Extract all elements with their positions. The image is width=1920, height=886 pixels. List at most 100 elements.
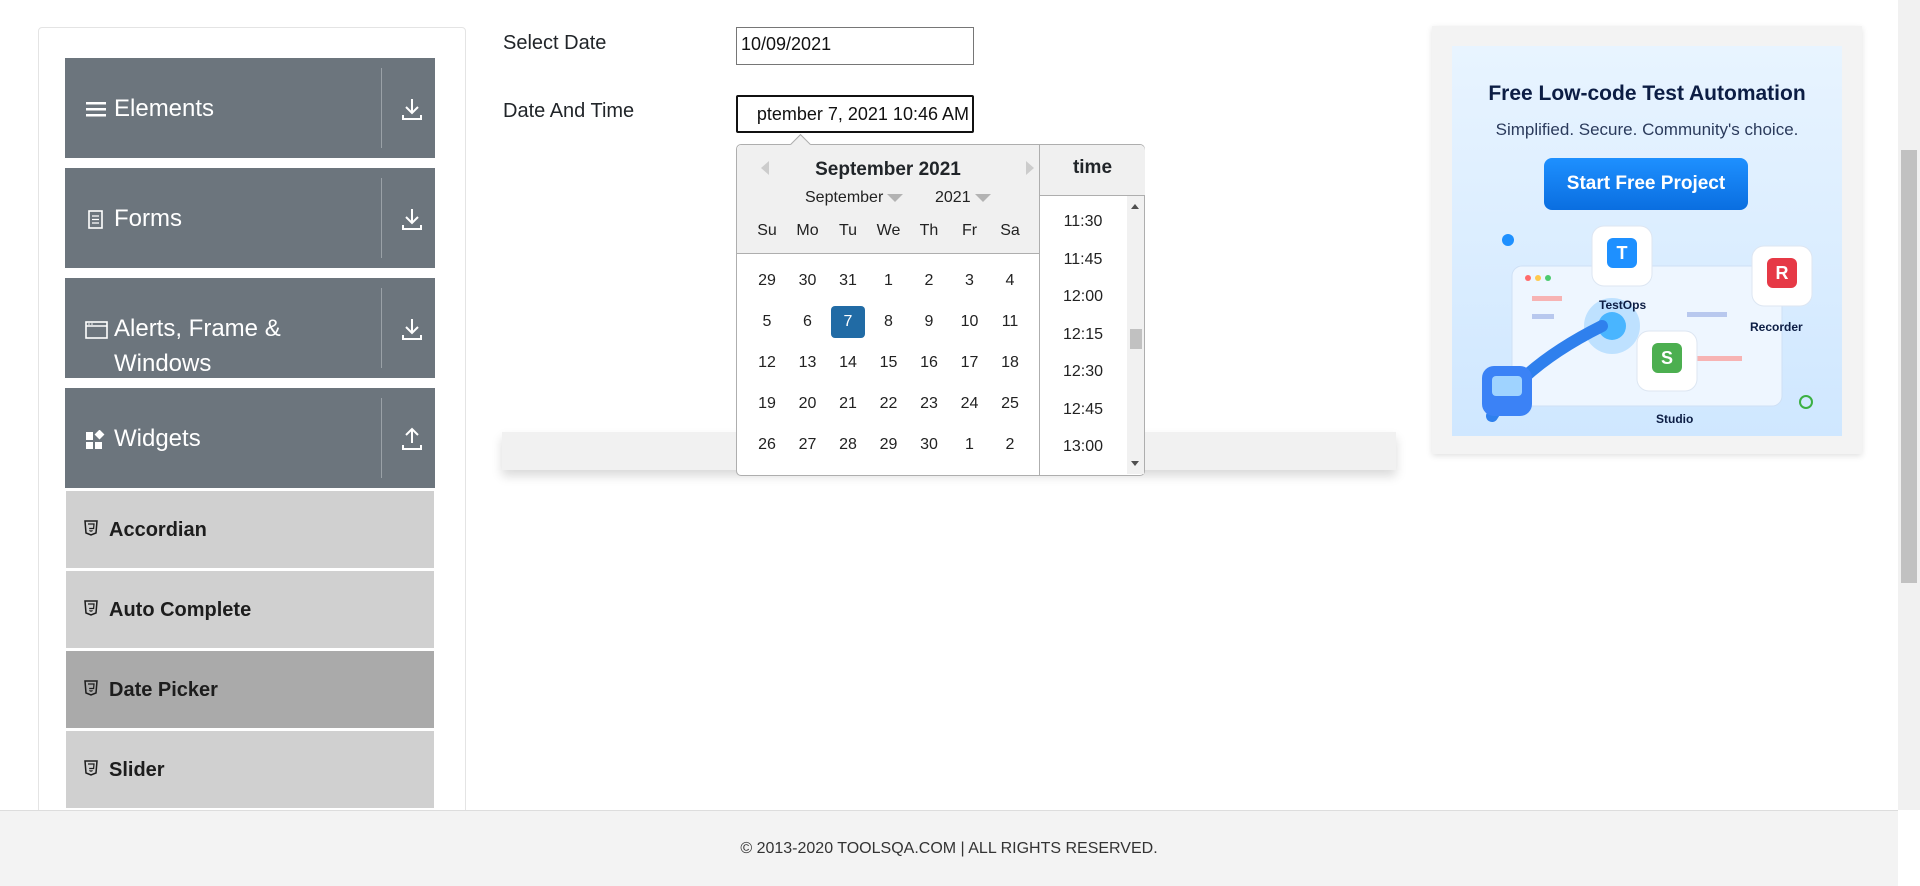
calendar-day[interactable]: 31 bbox=[831, 265, 865, 297]
group-widgets[interactable]: Widgets bbox=[65, 388, 435, 488]
calendar-day[interactable]: 29 bbox=[872, 429, 906, 461]
product-label-testops: TestOps bbox=[1599, 298, 1647, 312]
svg-text:S: S bbox=[1661, 348, 1673, 368]
date-and-time-label: Date And Time bbox=[503, 100, 635, 122]
calendar-day[interactable]: 16 bbox=[912, 347, 946, 379]
calendar-day[interactable]: 19 bbox=[750, 388, 784, 420]
menu-item-accordian[interactable]: Accordian bbox=[66, 491, 434, 568]
year-dropdown-value: 2021 bbox=[935, 189, 971, 206]
calendar-day[interactable]: 13 bbox=[791, 347, 825, 379]
page-scrollbar[interactable] bbox=[1898, 0, 1920, 810]
calendar-day[interactable]: 6 bbox=[791, 306, 825, 338]
next-month-icon[interactable] bbox=[1022, 159, 1038, 177]
calendar-day[interactable]: 21 bbox=[831, 388, 865, 420]
calendar-day[interactable]: 11 bbox=[993, 306, 1027, 338]
html5-icon bbox=[84, 760, 98, 776]
calendar-day[interactable]: 14 bbox=[831, 347, 865, 379]
calendar-day[interactable]: 15 bbox=[872, 347, 906, 379]
calendar-day[interactable]: 24 bbox=[953, 388, 987, 420]
download-icon bbox=[402, 209, 422, 230]
calendar-day[interactable]: 29 bbox=[750, 265, 784, 297]
date-and-time-input[interactable]: ptember 7, 2021 10:46 AM bbox=[736, 95, 974, 133]
divider bbox=[381, 68, 382, 148]
footer-text: © 2013-2020 TOOLSQA.COM | ALL RIGHTS RES… bbox=[740, 840, 1158, 857]
calendar-day[interactable]: 30 bbox=[791, 265, 825, 297]
weekday-label: Fr bbox=[961, 222, 978, 239]
widgets-icon bbox=[86, 430, 105, 449]
calendar-day[interactable]: 28 bbox=[831, 429, 865, 461]
calendar-day[interactable]: 5 bbox=[750, 306, 784, 338]
time-option[interactable]: 13:00 bbox=[1040, 438, 1126, 456]
divider bbox=[381, 178, 382, 258]
calendar-day[interactable]: 26 bbox=[750, 429, 784, 461]
calendar-day[interactable]: 2 bbox=[912, 265, 946, 297]
calendar-day[interactable]: 1 bbox=[872, 265, 906, 297]
menu-item-date-picker[interactable]: Date Picker bbox=[66, 651, 434, 728]
calendar-day[interactable]: 1 bbox=[953, 429, 987, 461]
html5-icon bbox=[84, 680, 98, 696]
group-alerts-frame-windows[interactable]: Alerts, Frame & Windows bbox=[65, 278, 435, 378]
time-option[interactable]: 12:15 bbox=[1040, 326, 1126, 344]
time-option[interactable]: 12:30 bbox=[1040, 363, 1126, 381]
group-forms[interactable]: Forms bbox=[65, 168, 435, 268]
calendar-day[interactable]: 20 bbox=[791, 388, 825, 420]
calendar-day[interactable]: 4 bbox=[993, 265, 1027, 297]
calendar-day[interactable]: 25 bbox=[993, 388, 1027, 420]
calendar-day[interactable]: 22 bbox=[872, 388, 906, 420]
calendar-day[interactable]: 2 bbox=[993, 429, 1027, 461]
year-dropdown[interactable]: 2021 bbox=[935, 189, 991, 207]
menu-item-label: Accordian bbox=[109, 519, 207, 541]
time-option[interactable]: 12:45 bbox=[1040, 401, 1126, 419]
group-label-line2: Windows bbox=[114, 350, 212, 377]
chevron-down-icon bbox=[974, 193, 991, 202]
group-elements[interactable]: Elements bbox=[65, 58, 435, 158]
calendar-day[interactable]: 18 bbox=[993, 347, 1027, 379]
scroll-up-icon[interactable] bbox=[1131, 204, 1139, 209]
select-date-input[interactable]: 10/09/2021 bbox=[736, 27, 974, 65]
html5-icon bbox=[84, 520, 98, 536]
footer: © 2013-2020 TOOLSQA.COM | ALL RIGHTS RES… bbox=[0, 810, 1898, 886]
window-icon bbox=[85, 321, 108, 339]
page-scroll-thumb[interactable] bbox=[1901, 150, 1917, 583]
ad-title: Free Low-code Test Automation bbox=[1488, 82, 1806, 105]
time-header: time bbox=[1040, 145, 1145, 196]
time-list: time 11:30 11:45 12:00 12:15 12:30 12:45 13:00 bbox=[1039, 145, 1145, 475]
ad-banner[interactable]: Free Low-code Test Automation Simplified… bbox=[1452, 46, 1842, 436]
group-label: Widgets bbox=[114, 425, 201, 452]
calendar-day[interactable]: 12 bbox=[750, 347, 784, 379]
weekday-label: We bbox=[876, 222, 901, 239]
menu-item-slider[interactable]: Slider bbox=[66, 731, 434, 808]
month-dropdown[interactable]: September bbox=[805, 189, 904, 207]
calendar-day[interactable]: 7 bbox=[831, 306, 865, 338]
divider bbox=[381, 288, 382, 368]
time-scrollbar[interactable] bbox=[1127, 196, 1144, 474]
calendar-day[interactable]: 10 bbox=[953, 306, 987, 338]
document-icon bbox=[88, 210, 103, 229]
scroll-thumb[interactable] bbox=[1130, 329, 1142, 349]
calendar-day[interactable]: 23 bbox=[912, 388, 946, 420]
calendar-day[interactable]: 8 bbox=[872, 306, 906, 338]
calendar-day[interactable]: 9 bbox=[912, 306, 946, 338]
select-date-label: Select Date bbox=[503, 32, 607, 54]
time-option[interactable]: 11:30 bbox=[1040, 213, 1126, 231]
html5-icon bbox=[84, 600, 98, 616]
time-option[interactable]: 11:45 bbox=[1040, 251, 1126, 269]
calendar-day[interactable]: 17 bbox=[953, 347, 987, 379]
select-date-value: 10/09/2021 bbox=[741, 34, 832, 54]
calendar-day[interactable]: 3 bbox=[953, 265, 987, 297]
calendar-title: September 2021 bbox=[815, 159, 961, 180]
group-label: Alerts, Frame & bbox=[114, 315, 281, 342]
start-free-project-button[interactable]: Start Free Project bbox=[1544, 158, 1748, 210]
svg-text:T: T bbox=[1617, 243, 1628, 263]
month-dropdown-value: September bbox=[805, 189, 884, 206]
weekday-label: Sa bbox=[1000, 222, 1020, 239]
divider bbox=[381, 398, 382, 478]
calendar-day[interactable]: 30 bbox=[912, 429, 946, 461]
time-option[interactable]: 12:00 bbox=[1040, 288, 1126, 306]
scroll-down-icon[interactable] bbox=[1131, 461, 1139, 466]
group-label: Elements bbox=[114, 95, 215, 122]
calendar-day[interactable]: 27 bbox=[791, 429, 825, 461]
menu-item-auto-complete[interactable]: Auto Complete bbox=[66, 571, 434, 648]
upload-icon bbox=[402, 427, 422, 450]
datetime-picker: September 2021 September 2021 Su Mo Tu We Th… bbox=[736, 133, 1145, 476]
